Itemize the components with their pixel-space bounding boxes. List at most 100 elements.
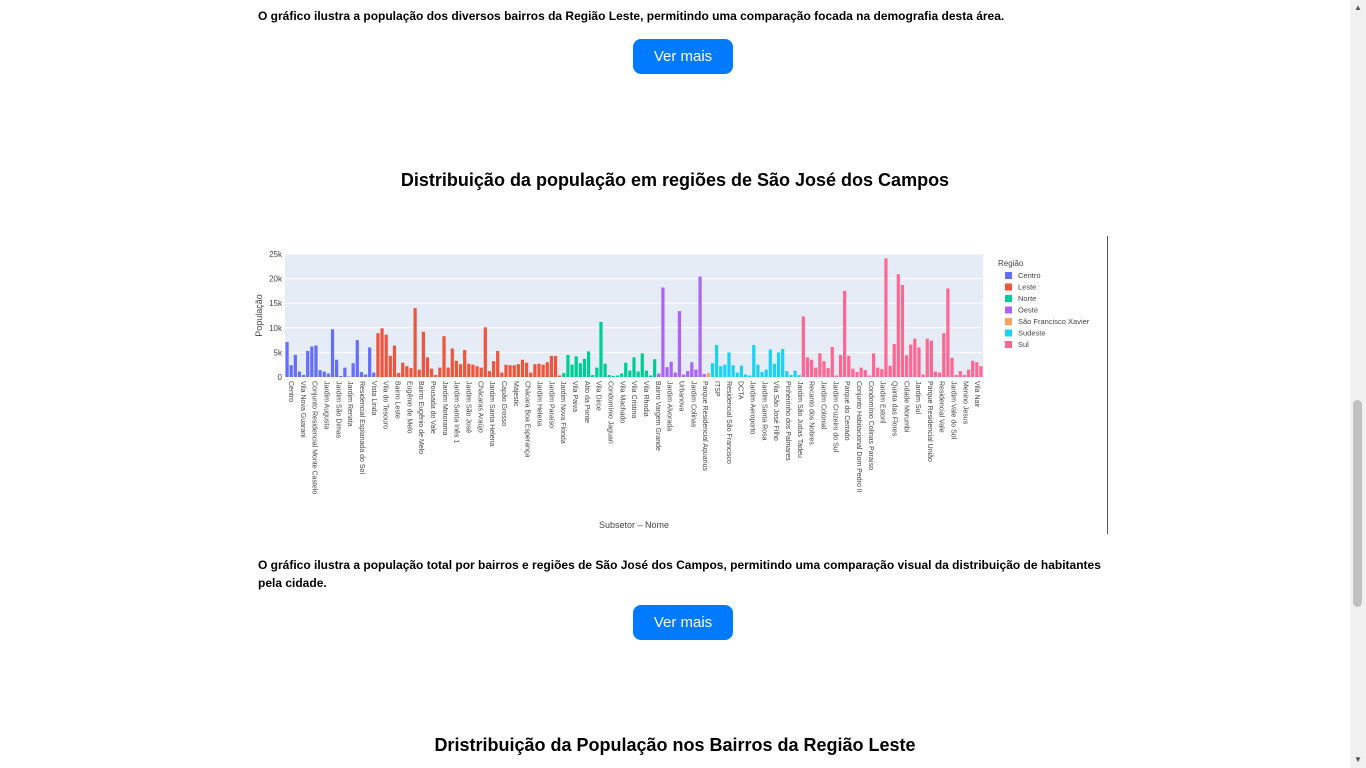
- x-tick-label: Jardim Colinas: [689, 381, 696, 428]
- bar: [446, 367, 450, 377]
- x-tick-label: Residencial Vale: [938, 381, 945, 433]
- x-tick-label: Parque Residencial Aquarius: [701, 381, 708, 471]
- x-tick-label: Jardim Vale do Sol: [950, 381, 957, 440]
- legend-swatch: [1005, 295, 1012, 302]
- legend-label: Oeste: [1018, 306, 1038, 315]
- bar: [372, 372, 376, 377]
- x-tick-label: Pousada do Vale: [429, 381, 436, 434]
- bar: [322, 371, 326, 377]
- bar: [929, 340, 933, 377]
- x-tick-label: Vila Machado: [618, 381, 625, 423]
- bar: [793, 370, 797, 377]
- bar: [586, 351, 591, 377]
- bar: [376, 333, 380, 377]
- x-tick-label: Jardim Renata: [346, 381, 353, 427]
- x-tick-label: Centro: [287, 381, 294, 402]
- x-tick-label: Recanto dos Nobres: [808, 381, 815, 445]
- bar: [814, 367, 818, 377]
- x-tick-label: Chácara Boa Esperança: [524, 381, 531, 457]
- bar: [851, 368, 855, 377]
- x-tick-label: Vila Dirce: [595, 381, 602, 411]
- bar: [764, 369, 768, 377]
- page-scrollbar[interactable]: ▲ ▼: [1350, 0, 1366, 768]
- bar: [690, 362, 694, 377]
- bar: [838, 354, 843, 377]
- bar: [653, 359, 657, 377]
- bar: [859, 367, 863, 377]
- bar: [541, 364, 545, 377]
- legend-label: Sul: [1018, 340, 1029, 349]
- x-tick-label: Vila Nova Guarani: [299, 381, 306, 438]
- x-tick-label: Urbanova: [677, 381, 684, 411]
- x-tick-label: Jardim Alvorada: [666, 381, 673, 431]
- bar: [797, 375, 801, 377]
- bar: [938, 372, 942, 377]
- bar: [595, 367, 599, 377]
- bar: [880, 369, 884, 377]
- bar: [525, 362, 529, 377]
- x-tick-label: Jardim Cruzeiro do Sul: [831, 381, 838, 453]
- bar: [896, 274, 900, 377]
- legend-label: São Francisco Xavier: [1018, 317, 1090, 326]
- ver-mais-button-leste[interactable]: Ver mais: [633, 39, 733, 74]
- bar: [442, 336, 446, 377]
- bar: [558, 375, 562, 377]
- bar: [681, 374, 686, 377]
- bar: [657, 373, 661, 377]
- x-tick-label: Vila Nair: [973, 381, 980, 408]
- bar: [702, 374, 706, 377]
- scroll-up-arrow-icon[interactable]: ▲: [1350, 0, 1366, 16]
- x-tick-label: Vila São José Filho: [772, 381, 779, 441]
- bar: [339, 376, 343, 377]
- bar: [326, 373, 330, 377]
- x-tick-label: Majestic: [512, 381, 519, 407]
- bar: [529, 372, 533, 377]
- bar: [491, 361, 496, 377]
- bar: [756, 364, 760, 377]
- x-tick-label: Residencial São Francisco: [725, 381, 732, 464]
- x-tick-label: DCTA: [737, 381, 744, 400]
- bar: [363, 374, 368, 377]
- bar: [487, 371, 492, 377]
- bar: [562, 373, 566, 377]
- x-tick-label: Jardim Sul: [914, 381, 921, 415]
- bar: [430, 368, 434, 377]
- x-tick-label: Vila Cristina: [630, 381, 637, 418]
- x-tick-label: Condomínio Colinas Paraíso: [867, 381, 874, 470]
- bar: [434, 375, 438, 377]
- bar: [301, 375, 306, 377]
- x-tick-label: Conjunto Residencial Monte Castelo: [311, 381, 318, 494]
- bar: [669, 361, 673, 377]
- chart-section-title: Distribuição da população em regiões de …: [400, 170, 950, 190]
- bar: [706, 373, 710, 377]
- bar: [876, 367, 880, 377]
- legend-label: Norte: [1018, 294, 1036, 303]
- bar: [772, 363, 777, 377]
- bar: [611, 376, 615, 377]
- bar: [966, 369, 971, 377]
- bar: [904, 355, 909, 377]
- scroll-thumb[interactable]: [1353, 400, 1362, 607]
- regions-chart-description: O gráfico ilustra a população total por …: [258, 558, 1101, 590]
- x-tick-label: Jardim Helena: [536, 381, 543, 426]
- bar: [483, 327, 487, 377]
- x-tick-label: Bairro Eugênio de Melo: [417, 381, 424, 454]
- bar: [512, 365, 516, 377]
- x-axis-title: Subsetor – Nome: [599, 520, 669, 530]
- bar: [776, 352, 781, 377]
- chart-svg: 0 5k 10k 15k 20k 25k População Centro Vila Nova …: [254, 250, 1090, 530]
- x-tick-label: Vila do Tesouro: [382, 381, 389, 429]
- ver-mais-button-regions[interactable]: Ver mais: [633, 605, 733, 640]
- bar: [950, 357, 954, 377]
- bar: [289, 365, 293, 377]
- leste-section-title: Dristribuição da População nos Bairros d…: [434, 735, 916, 755]
- bar: [884, 258, 888, 377]
- bar: [454, 360, 459, 377]
- scroll-down-arrow-icon[interactable]: ▼: [1350, 752, 1366, 768]
- leste-chart-description: O gráfico ilustra a população dos divers…: [258, 9, 1005, 23]
- legend-label: Leste: [1018, 283, 1036, 292]
- bar: [409, 368, 413, 377]
- bar: [710, 363, 715, 377]
- bar: [401, 362, 405, 377]
- bar: [574, 356, 578, 377]
